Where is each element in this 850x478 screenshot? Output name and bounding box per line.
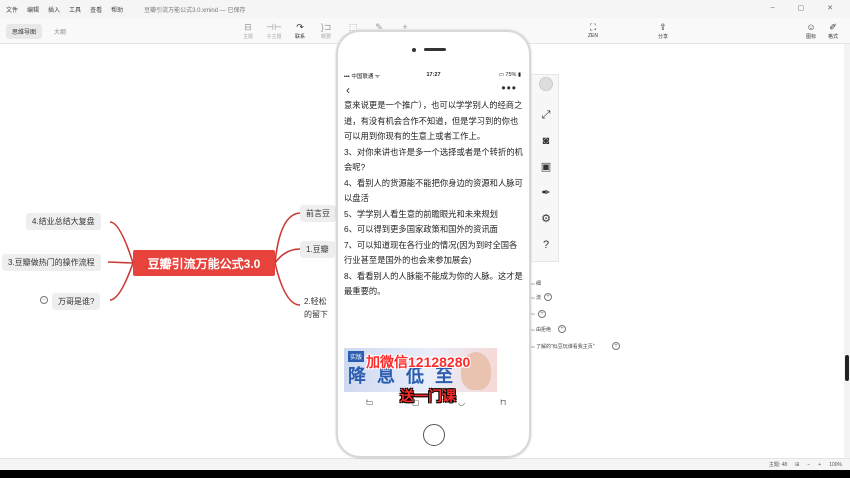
battery-indicator: ▭ 75% ▮ bbox=[498, 72, 521, 78]
promo-overlay-wechat: 加微信12128280 bbox=[366, 354, 471, 370]
side-toolbar: ⤢ ◙ ▣ ✒ ⚙ ? bbox=[531, 74, 559, 262]
view-tabs: 思维导图 大纲 bbox=[6, 24, 72, 39]
menu-edit[interactable]: 编辑 bbox=[27, 5, 39, 14]
more-icon[interactable]: ••• bbox=[501, 81, 517, 95]
collapse-icon[interactable]: − bbox=[40, 296, 48, 304]
smiley-icon: ☺ bbox=[806, 22, 816, 32]
filter-icon[interactable]: ⊞ bbox=[795, 462, 799, 468]
subtopic-note-4[interactable]: 了解的"似豆玩谁看我主页" bbox=[536, 343, 595, 350]
tab-outline[interactable]: 大纲 bbox=[48, 24, 72, 39]
vertical-scrollbar[interactable] bbox=[844, 44, 850, 458]
camera-icon bbox=[412, 48, 416, 52]
pen-icon[interactable]: ✒ bbox=[538, 185, 554, 201]
bookmark-button[interactable]: ⊓ 1 bbox=[500, 398, 506, 408]
screenshot-icon[interactable]: ◙ bbox=[538, 133, 554, 149]
tab-mindmap[interactable]: 思维导图 bbox=[6, 24, 43, 39]
article-paragraph: 3、对你来讲也许是多一个选择或者是个转折的机会呢? bbox=[344, 146, 523, 173]
topic-hot-process[interactable]: 3.豆瓣做热门的操作流程 bbox=[2, 254, 101, 271]
summary-icon: }⊐ bbox=[320, 22, 332, 32]
article-paragraph: 4、看别人的货源能不能把你身边的资源和人脉可以盘活 bbox=[344, 177, 523, 204]
article-body: 意来说更是一个推广），也可以学学别人的经商之道，有没有机会合作不知道，但是学习到… bbox=[344, 98, 524, 300]
menu-tools[interactable]: 工具 bbox=[69, 5, 81, 14]
menu-help[interactable]: 帮助 bbox=[111, 5, 123, 14]
menu-file[interactable]: 文件 bbox=[6, 5, 18, 14]
window-title: 豆瓣引流万能公式3.0.xmind — 已保存 bbox=[144, 7, 246, 14]
bookmark-icon: ⊓ bbox=[500, 398, 507, 407]
topic-count: 主题: 48 bbox=[768, 462, 788, 468]
format-panel-button[interactable]: ✐ 格式 bbox=[818, 21, 848, 40]
clock: 17:27 bbox=[426, 72, 441, 78]
menu-insert[interactable]: 插入 bbox=[48, 5, 60, 14]
window-controls: – ▢ ✕ bbox=[771, 4, 842, 12]
topic-preface[interactable]: 前言豆 bbox=[300, 205, 336, 222]
phone-status-bar: ▪▪▪ 中国联通 ᯤ 17:27 ▭ 75% ▮ bbox=[342, 72, 525, 82]
article-paragraph: 8、看看别人的人脉能不能成为你的人脉。这才是最重要的。 bbox=[344, 270, 523, 297]
maximize-icon[interactable]: ▢ bbox=[798, 4, 805, 12]
home-button[interactable] bbox=[423, 424, 445, 446]
subtopic-note-3[interactable]: 由拒绝 bbox=[536, 326, 551, 333]
status-bar: 主题: 48 ⊞ − + 100% bbox=[0, 458, 850, 470]
comment-button[interactable]: ▭ 6 bbox=[366, 398, 374, 408]
zoom-out-icon[interactable]: − bbox=[807, 462, 810, 468]
brush-icon: ✐ bbox=[829, 22, 837, 32]
article-paragraph: 意来说更是一个推广），也可以学学别人的经商之道，有没有机会合作不知道，但是学习到… bbox=[344, 100, 523, 141]
subtopic-note-2[interactable]: 流 bbox=[536, 294, 541, 301]
share-button[interactable]: ⇪ 分享 bbox=[648, 21, 678, 40]
zen-button[interactable]: ⛶ ZEN bbox=[578, 21, 608, 39]
phone-screen: ▪▪▪ 中国联通 ᯤ 17:27 ▭ 75% ▮ ‹ ••• 意来说更是一个推广… bbox=[342, 68, 525, 418]
summary-button[interactable]: }⊐ 概要 bbox=[311, 21, 341, 40]
zoom-level[interactable]: 100% bbox=[829, 462, 842, 468]
article-action-bar: ▭ 6 ▢ ◡ ⊓ 1 bbox=[342, 398, 525, 412]
record-icon[interactable]: ▣ bbox=[538, 159, 554, 175]
article-paragraph: 5、学学别人看生意的前瞻眼光和未来规划 bbox=[344, 208, 498, 219]
settings-icon[interactable]: ⚙ bbox=[538, 211, 554, 227]
article-paragraph: 7、可以知道现在各行业的情况(因为到时全国各行业甚至是国外的也会来参加展会) bbox=[344, 239, 518, 266]
article-nav: ‹ ••• bbox=[342, 81, 525, 98]
expand-arrows-icon[interactable]: ⤢ bbox=[538, 107, 554, 123]
article-paragraph: 6、可以得到更多国家政策和国外的资讯面 bbox=[344, 224, 498, 234]
close-icon[interactable]: ✕ bbox=[827, 4, 833, 12]
topic-douban-1[interactable]: 1.豆瓣 bbox=[300, 241, 335, 258]
expand-icon[interactable]: + bbox=[538, 310, 546, 318]
expand-icon[interactable]: + bbox=[558, 325, 566, 333]
like-icon: ◡ bbox=[458, 398, 465, 407]
scrollbar-thumb[interactable] bbox=[845, 355, 849, 381]
comment-icon: ▭ bbox=[366, 398, 374, 407]
minimize-icon[interactable]: – bbox=[771, 4, 775, 12]
back-arrow-icon[interactable]: ‹ bbox=[346, 83, 350, 97]
topic-easy-2[interactable]: 2.轻松 bbox=[304, 296, 327, 307]
topic-icon: ⊟ bbox=[244, 22, 252, 32]
menu-view[interactable]: 查看 bbox=[90, 5, 102, 14]
expand-icon[interactable]: + bbox=[612, 342, 620, 350]
help-icon[interactable]: ? bbox=[538, 237, 554, 253]
banner-label: 实版 bbox=[348, 351, 365, 362]
topic-summary-review[interactable]: 4.结业总结大复盘 bbox=[26, 213, 101, 230]
subtopic-note-1[interactable]: 细 bbox=[536, 280, 541, 287]
root-topic[interactable]: 豆瓣引流万能公式3.0 bbox=[133, 250, 275, 276]
topic-easy-2-line2: 的留下 bbox=[304, 310, 328, 319]
expand-icon[interactable]: + bbox=[544, 293, 552, 301]
menu-bar: 文件 编辑 插入 工具 查看 帮助 豆瓣引流万能公式3.0.xmind — 已保… bbox=[0, 0, 850, 18]
relationship-icon: ↷ bbox=[296, 22, 304, 32]
share-icon: ▢ bbox=[412, 398, 420, 407]
speaker-icon bbox=[424, 48, 446, 51]
share-icon: ⇪ bbox=[659, 22, 667, 32]
zoom-in-icon[interactable]: + bbox=[818, 462, 821, 468]
avatar[interactable] bbox=[539, 77, 553, 91]
topic-who-is-wange[interactable]: 万哥是谁? bbox=[52, 293, 101, 310]
fullscreen-icon: ⛶ bbox=[589, 22, 597, 32]
phone-mockup: ▪▪▪ 中国联通 ᯤ 17:27 ▭ 75% ▮ ‹ ••• 意来说更是一个推广… bbox=[336, 30, 531, 458]
subtopic-icon: ⊣⊢ bbox=[266, 22, 282, 32]
